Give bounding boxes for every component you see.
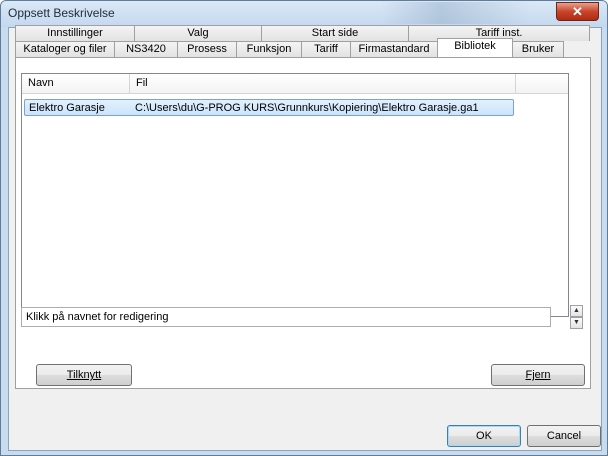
attach-button-label: Tilknytt xyxy=(66,369,102,381)
close-button[interactable]: ✕ xyxy=(556,2,599,21)
remove-button-label: Fjern xyxy=(525,369,551,381)
tab-valg[interactable]: Valg xyxy=(134,25,262,41)
library-list[interactable]: Navn Fil Elektro Garasje C:\Users\du\G-P… xyxy=(21,73,569,317)
window-title: Oppsett Beskrivelse xyxy=(8,6,115,20)
close-icon: ✕ xyxy=(572,4,583,19)
hint-scroll-spinner: ▲ ▼ xyxy=(570,305,583,329)
tab-start-side[interactable]: Start side xyxy=(261,25,409,41)
list-item-navn: Elektro Garasje xyxy=(29,101,105,114)
spin-down-icon[interactable]: ▼ xyxy=(570,317,583,329)
tab-bruker[interactable]: Bruker xyxy=(512,41,564,57)
title-bar[interactable]: Oppsett Beskrivelse ✕ xyxy=(1,1,607,27)
column-header-fil[interactable]: Fil xyxy=(130,74,516,94)
tab-kataloger-og-filer[interactable]: Kataloger og filer xyxy=(15,41,115,57)
spin-up-icon[interactable]: ▲ xyxy=(570,305,583,317)
hint-field: Klikk på navnet for redigering xyxy=(21,307,551,327)
tab-tariff[interactable]: Tariff xyxy=(301,41,351,57)
tab-funksjon[interactable]: Funksjon xyxy=(236,41,302,57)
tab-prosess[interactable]: Prosess xyxy=(177,41,237,57)
list-item-fil: C:\Users\du\G-PROG KURS\Grunnkurs\Kopier… xyxy=(135,101,479,114)
tab-bibliotek[interactable]: Bibliotek xyxy=(437,38,513,57)
tab-ns3420[interactable]: NS3420 xyxy=(114,41,178,57)
attach-button[interactable]: Tilknytt xyxy=(36,364,132,386)
column-header-navn[interactable]: Navn xyxy=(22,74,130,94)
ok-button[interactable]: OK xyxy=(447,425,521,447)
tab-firmastandard[interactable]: Firmastandard xyxy=(350,41,438,57)
column-header-filler xyxy=(516,74,568,94)
tab-innstillinger[interactable]: Innstillinger xyxy=(15,25,135,41)
list-item[interactable]: Elektro Garasje C:\Users\du\G-PROG KURS\… xyxy=(24,99,514,116)
title-bar-glass xyxy=(381,2,531,24)
list-header: Navn Fil xyxy=(22,74,568,94)
cancel-button[interactable]: Cancel xyxy=(527,425,601,447)
tab-row-lower: Kataloger og filer NS3420 Prosess Funksj… xyxy=(15,38,564,57)
remove-button[interactable]: Fjern xyxy=(491,364,585,386)
